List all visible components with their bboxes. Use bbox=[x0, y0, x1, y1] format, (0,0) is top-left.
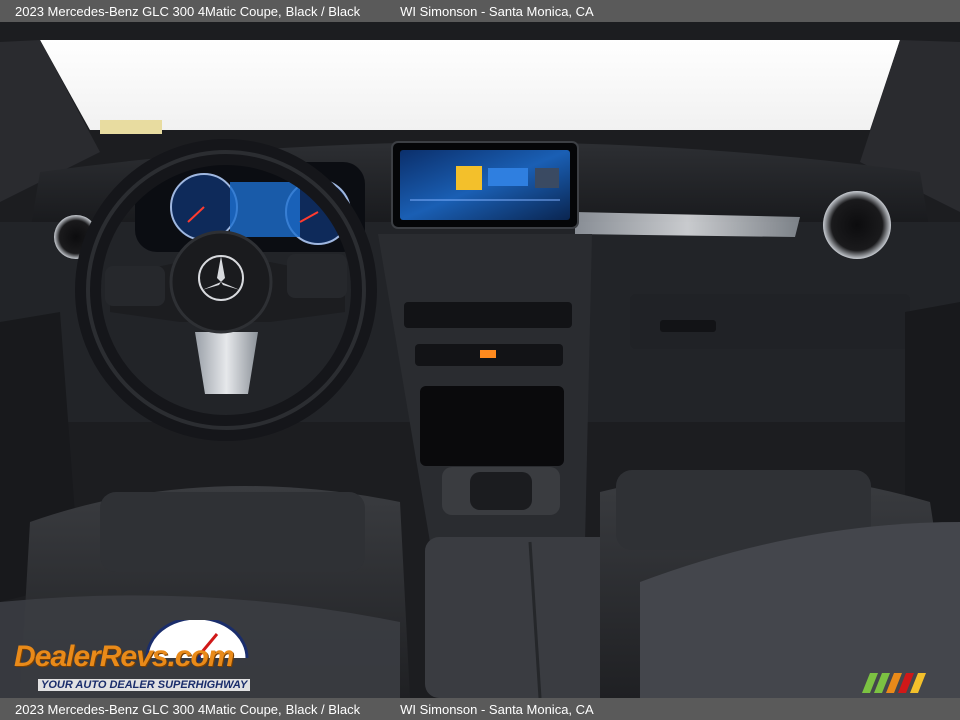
vehicle-title: 2023 Mercedes-Benz GLC 300 4Matic Coupe, bbox=[15, 3, 282, 19]
caption-bar-bottom: 2023 Mercedes-Benz GLC 300 4Matic Coupe,… bbox=[0, 698, 960, 720]
windshield-sticker bbox=[100, 120, 162, 134]
right-wheel-buttons bbox=[287, 254, 347, 298]
vehicle-color: Black / Black bbox=[285, 3, 361, 19]
interior-photo bbox=[0, 22, 960, 698]
vehicle-title-footer: 2023 Mercedes-Benz GLC 300 4Matic Coupe, bbox=[15, 701, 282, 717]
caption-bar-top: 2023 Mercedes-Benz GLC 300 4Matic Coupe,… bbox=[0, 0, 960, 22]
watermark-tagline: YOUR AUTO DEALER SUPERHIGHWAY bbox=[38, 679, 251, 691]
windshield bbox=[40, 40, 900, 130]
left-wheel-buttons bbox=[105, 266, 165, 306]
storage-cubby bbox=[420, 386, 564, 466]
vent-passenger-side bbox=[823, 191, 891, 259]
climate-controls bbox=[404, 302, 572, 328]
watermark-stripes bbox=[862, 673, 926, 693]
watermark-brand: DealerRevs.com bbox=[14, 640, 234, 673]
dealer-name-footer: WI Simonson - Santa Monica, CA bbox=[400, 701, 594, 717]
vehicle-color-footer: Black / Black bbox=[285, 701, 361, 717]
dealer-name: WI Simonson - Santa Monica, CA bbox=[400, 3, 594, 19]
